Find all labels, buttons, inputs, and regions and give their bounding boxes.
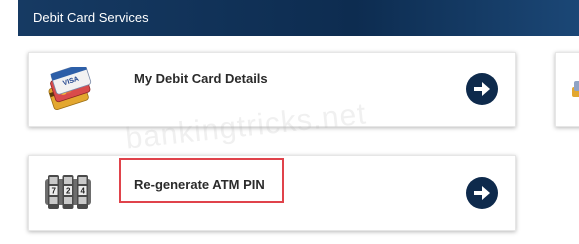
open-regenerate-atm-pin-button[interactable] (466, 177, 498, 209)
arrow-right-icon (474, 82, 490, 96)
svg-text:7: 7 (52, 187, 57, 196)
highlight-annotation (119, 158, 284, 203)
section-title: Debit Card Services (33, 10, 149, 25)
open-debit-card-details-button[interactable] (466, 73, 498, 105)
card-label: My Debit Card Details (134, 71, 268, 86)
svg-text:4: 4 (81, 187, 86, 196)
svg-text:2: 2 (66, 187, 71, 196)
partial-service-card[interactable] (555, 52, 579, 127)
arrow-right-icon (474, 186, 490, 200)
debit-card-services-page: Debit Card Services VISA My Debit Card D… (0, 0, 579, 244)
debit-cards-icon: VISA (43, 62, 95, 116)
pin-lock-icon: 7 2 4 (45, 173, 91, 216)
my-debit-card-details-card[interactable]: VISA My Debit Card Details (28, 52, 516, 127)
section-header: Debit Card Services (18, 0, 579, 36)
card-stack-icon (572, 77, 579, 106)
